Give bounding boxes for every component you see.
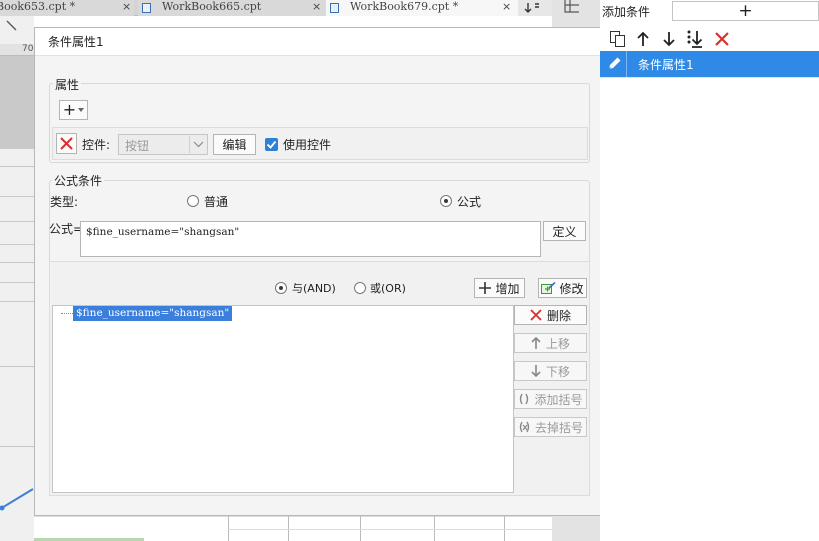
add-condition-label: 增加	[495, 281, 520, 296]
chevron-down-icon	[78, 108, 85, 112]
add-attribute-button[interactable]: +	[59, 100, 88, 120]
remove-attribute-button[interactable]	[56, 133, 77, 154]
control-select-value: 按钮	[125, 139, 150, 153]
formula-label: 公式=	[49, 222, 84, 236]
formula-value: $fine_username="shangsan"	[86, 226, 240, 238]
edit-cell	[600, 51, 627, 77]
delete-condition-button[interactable]: 删除	[514, 305, 587, 325]
attributes-group-label: 属性	[53, 76, 82, 93]
remove-brackets-button[interactable]: 去掉括号	[514, 417, 587, 437]
modify-icon	[541, 281, 557, 294]
type-radio-formula[interactable]	[440, 195, 452, 207]
remove-brackets-icon	[519, 421, 530, 433]
logic-radio-and[interactable]	[275, 282, 287, 294]
tab-label: Book653.cpt *	[0, 0, 76, 13]
tab-label: WorkBook679.cpt *	[350, 0, 459, 13]
move-down-icon[interactable]	[663, 31, 675, 47]
move-down-button[interactable]: 下移	[514, 361, 587, 381]
tab-workbook679[interactable]: WorkBook679.cpt * ×	[326, 0, 518, 16]
type-label: 类型:	[50, 195, 79, 209]
sheet-column-label: 70	[22, 44, 34, 54]
tab-workbook665[interactable]: WorkBook665.cpt ×	[138, 0, 326, 16]
pointer-tool-icon	[6, 20, 17, 31]
use-control-label: 使用控件	[283, 138, 332, 152]
workbook-icon	[142, 3, 151, 13]
modify-condition-button[interactable]: 修改	[538, 278, 587, 298]
logic-option-or: 或(OR)	[370, 282, 406, 295]
sheet-grid-bottom	[34, 516, 552, 541]
add-condition-button[interactable]: 增加	[474, 278, 525, 298]
editor-tab-bar: Book653.cpt * × WorkBook665.cpt × WorkBo…	[0, 0, 552, 16]
condition-tree[interactable]: $fine_username="shangsan"	[52, 305, 514, 493]
checkmark-icon	[266, 140, 277, 149]
chart-fragment	[0, 488, 34, 511]
delete-x-icon	[60, 137, 73, 150]
tab-book653[interactable]: Book653.cpt * ×	[0, 0, 134, 16]
edit-pencil-icon[interactable]	[607, 56, 622, 71]
workbook-icon	[330, 3, 339, 13]
tab-close-icon[interactable]: ×	[312, 0, 321, 14]
formula-input[interactable]: $fine_username="shangsan"	[80, 221, 541, 257]
edit-control-button[interactable]: 编辑	[213, 134, 256, 155]
add-condition-header: 添加条件	[602, 5, 651, 19]
chevron-down-icon	[193, 141, 204, 148]
arrow-down-icon	[531, 365, 541, 377]
plus-icon: +	[62, 100, 77, 119]
type-option-normal: 普通	[204, 195, 229, 209]
condition-list-sidebar: 添加条件 + 条件属性1	[600, 0, 819, 541]
define-button[interactable]: 定义	[543, 221, 586, 241]
condition-item-label: 条件属性1	[638, 58, 694, 72]
move-to-bottom-icon[interactable]	[686, 30, 704, 48]
tab-menu-button[interactable]	[518, 0, 552, 16]
tab-menu-icon	[524, 3, 539, 13]
sidebar-toolbar	[600, 28, 819, 50]
add-brackets-button[interactable]: 添加括号	[514, 389, 587, 409]
logic-option-and: 与(AND)	[292, 282, 336, 295]
delete-x-icon	[530, 309, 542, 321]
tab-close-icon[interactable]: ×	[502, 0, 511, 14]
delete-condition-icon[interactable]	[715, 32, 729, 46]
use-control-checkbox[interactable]	[265, 138, 278, 151]
type-option-formula: 公式	[457, 195, 482, 209]
sheet-background: 70	[0, 16, 34, 541]
condition-attribute-dialog: 条件属性1 属性 + 控件: 按钮 编辑 使用控件 公式条件 类型: 普通 公式…	[34, 27, 602, 516]
arrow-up-icon	[531, 337, 541, 349]
add-condition-plus-button[interactable]: +	[672, 1, 819, 21]
logic-radio-or[interactable]	[354, 282, 366, 294]
delete-label: 删除	[546, 308, 571, 323]
layout-icon	[564, 0, 579, 13]
tab-label: WorkBook665.cpt	[162, 0, 262, 13]
plus-icon	[479, 282, 492, 294]
control-select[interactable]: 按钮	[118, 134, 208, 155]
brackets-icon	[520, 393, 529, 405]
modify-condition-label: 修改	[559, 281, 584, 296]
move-up-label: 上移	[545, 336, 570, 351]
copy-icon[interactable]	[610, 31, 626, 47]
formula-condition-label: 公式条件	[52, 172, 105, 189]
remove-brackets-label: 去掉括号	[534, 420, 583, 435]
control-label: 控件:	[82, 138, 111, 152]
tree-connector	[61, 313, 73, 314]
tree-item-selected[interactable]: $fine_username="shangsan"	[73, 306, 233, 321]
dialog-title: 条件属性1	[35, 28, 601, 56]
tab-close-icon[interactable]: ×	[122, 0, 131, 14]
type-radio-normal[interactable]	[187, 195, 199, 207]
move-down-label: 下移	[545, 364, 570, 379]
move-up-icon[interactable]	[637, 31, 649, 47]
move-up-button[interactable]: 上移	[514, 333, 587, 353]
plus-icon: +	[738, 1, 753, 21]
add-brackets-label: 添加括号	[534, 392, 583, 407]
condition-list-item[interactable]: 条件属性1	[600, 51, 819, 77]
